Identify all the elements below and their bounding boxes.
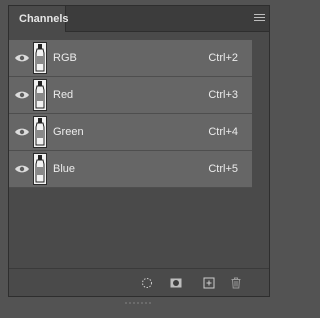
eye-icon[interactable] xyxy=(14,164,30,174)
delete-channel-icon[interactable] xyxy=(230,277,242,289)
channel-label: RGB xyxy=(53,52,77,64)
channel-row-rgb[interactable]: RGB Ctrl+2 xyxy=(9,40,254,77)
eye-icon[interactable] xyxy=(14,127,30,137)
channel-shortcut: Ctrl+4 xyxy=(208,126,238,138)
channel-row-green[interactable]: Green Ctrl+4 xyxy=(9,114,254,151)
channel-thumbnail xyxy=(33,116,47,148)
panel-menu-icon[interactable] xyxy=(254,14,265,23)
tab-channels[interactable]: Channels xyxy=(9,6,69,32)
new-channel-icon[interactable] xyxy=(203,277,215,289)
channel-list-scrollbar[interactable] xyxy=(252,40,262,190)
channel-shortcut: Ctrl+5 xyxy=(208,163,238,175)
channel-label: Blue xyxy=(53,163,76,175)
channel-label: Red xyxy=(53,89,74,101)
eye-icon[interactable] xyxy=(14,90,30,100)
channel-list: RGB Ctrl+2 Red Ctrl+3 Green Ctrl+4 Blue … xyxy=(9,40,254,188)
channel-row-blue[interactable]: Blue Ctrl+5 xyxy=(9,151,254,188)
channel-thumbnail xyxy=(33,79,47,111)
channel-shortcut: Ctrl+3 xyxy=(208,89,238,101)
eye-icon[interactable] xyxy=(14,53,30,63)
panel-resize-grip[interactable] xyxy=(125,291,153,304)
channels-panel: Channels RGB Ctrl+2 Red Ctrl+3 Green Ctr… xyxy=(8,5,270,297)
channel-shortcut: Ctrl+2 xyxy=(208,52,238,64)
load-selection-icon[interactable] xyxy=(141,277,153,289)
channel-thumbnail xyxy=(33,42,47,74)
panel-tab-bar: Channels xyxy=(9,6,269,32)
channel-label: Green xyxy=(53,126,84,138)
channel-thumbnail xyxy=(33,153,47,185)
save-selection-as-channel-icon[interactable] xyxy=(170,277,182,289)
channel-row-red[interactable]: Red Ctrl+3 xyxy=(9,77,254,114)
